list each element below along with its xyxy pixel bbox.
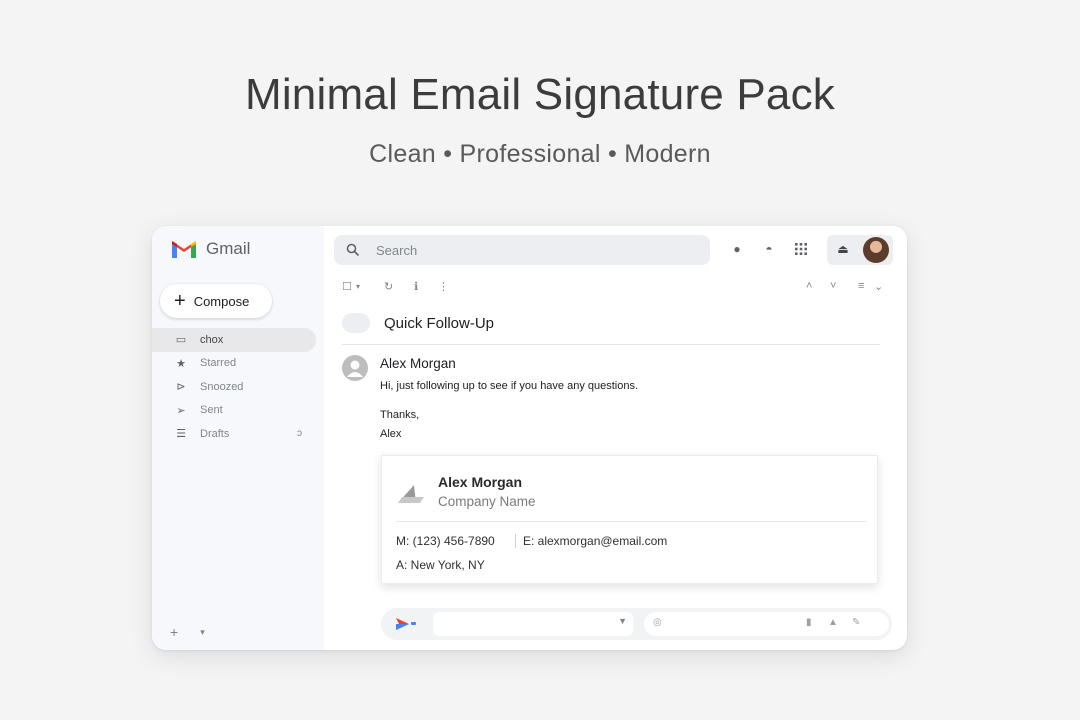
chevron-down-icon[interactable]: ⌄	[874, 280, 883, 293]
status-dot-icon[interactable]: ●	[728, 240, 746, 258]
sidebar-footer: + ▾	[170, 624, 205, 640]
info-icon[interactable]: ℹ	[414, 280, 418, 293]
signature-divider	[396, 521, 866, 522]
sidebar-item-drafts[interactable]: ☰ Drafts ɔ	[152, 422, 316, 446]
select-checkbox-icon[interactable]: ☐	[342, 280, 352, 293]
gmail-m-icon	[172, 241, 196, 258]
sidebar-item-snoozed[interactable]: ⊳ Snoozed	[152, 375, 316, 399]
drafts-count: ɔ	[297, 428, 302, 440]
compose-label: Compose	[193, 293, 250, 309]
chevron-down-icon[interactable]: ▾	[200, 624, 205, 640]
add-label-icon[interactable]: +	[170, 624, 178, 640]
sidebar-item-label: Starred	[200, 357, 237, 370]
nav-list: ▭ chox ★ Starred ⊳ Snoozed ➢ Sent ☰ Draf…	[152, 328, 316, 446]
mic-icon[interactable]: ▮	[806, 617, 812, 628]
sidebar-item-label: Sent	[200, 404, 223, 417]
reply-input[interactable]: ▼	[433, 612, 633, 636]
support-icon[interactable]: ◓	[760, 240, 778, 258]
refresh-icon[interactable]: ↻	[384, 280, 393, 293]
person-icon	[347, 360, 363, 377]
gmail-logo[interactable]: Gmail	[170, 238, 250, 260]
reply-bar: ▼ ◎ ▮ ▲ ✎	[381, 608, 892, 640]
sidebar-item-label: Snoozed	[200, 380, 244, 393]
drafts-icon: ☰	[176, 428, 186, 441]
newer-icon[interactable]: ˄	[806, 280, 812, 292]
density-icon[interactable]: ≡	[858, 280, 864, 292]
emoji-icon[interactable]: ◎	[653, 617, 662, 628]
sidebar-item-sent[interactable]: ➢ Sent	[152, 399, 316, 423]
avatar[interactable]	[863, 237, 889, 263]
search-icon	[346, 243, 360, 257]
account-switch-icon[interactable]: ⏏	[835, 242, 851, 258]
compose-input[interactable]: ◎ ▮ ▲ ✎	[644, 612, 889, 636]
signature-separator	[515, 534, 516, 548]
sidebar-item-starred[interactable]: ★ Starred	[152, 352, 316, 376]
message-toolbar: ☐ ▾ ↻ ℹ ⋮ ˄ ˅ ≡ ⌄	[324, 276, 907, 300]
sender-avatar[interactable]	[342, 355, 368, 381]
divider	[342, 344, 880, 345]
sidebar: Gmail + Compose ▭ chox ★ Starred ⊳ Snooz…	[152, 226, 324, 650]
signature-address: A: New York, NY	[396, 558, 485, 572]
sender-name[interactable]: Alex Morgan	[380, 356, 456, 371]
chevron-down-icon[interactable]: ▼	[618, 616, 627, 626]
sidebar-item-label: chox	[200, 333, 224, 346]
search-input[interactable]: Search	[376, 243, 417, 258]
hero-subtitle: Clean • Professional • Modern	[369, 140, 711, 168]
company-logo-icon	[398, 485, 424, 503]
select-dropdown-icon[interactable]: ▾	[356, 282, 360, 291]
star-icon: ★	[176, 357, 186, 370]
signature-card: Alex Morgan Company Name M: (123) 456-78…	[381, 455, 878, 584]
signature-email[interactable]: E: alexmorgan@email.com	[523, 534, 667, 548]
attachment-icon[interactable]: ✎	[852, 617, 860, 628]
hero-title: Minimal Email Signature Pack	[244, 70, 836, 119]
signature-mobile: M: (123) 456-7890	[396, 534, 495, 548]
top-icons: ● ◓	[728, 240, 810, 258]
sidebar-item-label: Drafts	[200, 427, 230, 440]
gmail-window: Gmail + Compose ▭ chox ★ Starred ⊳ Snooz…	[152, 226, 907, 650]
top-bar: Search ● ◓ ⏏	[324, 226, 907, 274]
sent-icon: ➢	[176, 404, 186, 417]
subject-row: Quick Follow-Up	[324, 310, 907, 346]
search-bar[interactable]: Search	[334, 235, 710, 265]
sidebar-item-inbox[interactable]: ▭ chox	[152, 328, 316, 352]
compose-button[interactable]: + Compose	[160, 284, 272, 318]
email-body-line: Hi, just following up to see if you have…	[380, 380, 639, 392]
email-body-line: Thanks,	[380, 409, 420, 421]
apps-grid-icon[interactable]	[792, 240, 810, 258]
email-body-line: Alex	[380, 428, 402, 440]
snoozed-icon: ⊳	[176, 381, 186, 394]
signature-company: Company Name	[438, 494, 536, 509]
account-area[interactable]: ⏏	[827, 235, 893, 265]
drive-icon[interactable]: ▲	[828, 617, 838, 628]
inbox-icon: ▭	[175, 334, 187, 347]
email-subject: Quick Follow-Up	[384, 315, 495, 332]
signature-name: Alex Morgan	[438, 474, 523, 490]
app-name: Gmail	[206, 239, 251, 258]
more-vert-icon[interactable]: ⋮	[438, 280, 449, 293]
older-icon[interactable]: ˅	[830, 280, 836, 292]
send-logo-icon[interactable]	[395, 616, 417, 632]
label-badge[interactable]	[342, 313, 370, 333]
plus-icon: +	[174, 290, 186, 312]
